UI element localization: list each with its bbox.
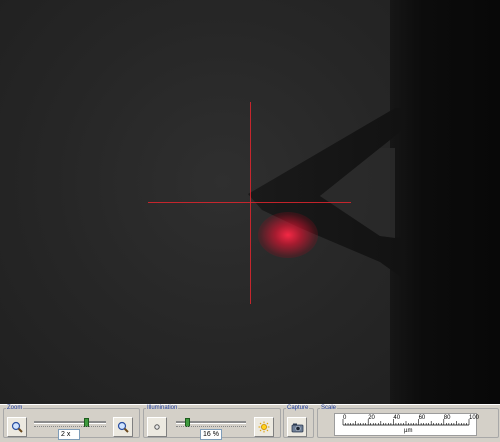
zoom-value-field[interactable]: 2 x — [58, 429, 80, 440]
scale-tick-label: 0 — [343, 415, 347, 421]
control-panel: Zoom 2 x Illumination 16 % Capture Scale… — [0, 404, 500, 442]
scale-tick-label: 40 — [393, 415, 401, 421]
laser-spot — [258, 212, 318, 258]
scale-tick-label: 100 — [469, 415, 480, 421]
zoom-out-button[interactable] — [7, 417, 27, 437]
light-bright-icon — [258, 421, 270, 433]
camera-icon — [291, 423, 303, 432]
zoom-in-icon — [117, 421, 129, 433]
illumination-dim-button[interactable] — [147, 417, 167, 437]
crosshair-vertical — [250, 102, 251, 304]
illumination-bright-button[interactable] — [254, 417, 274, 437]
microscope-camera-app: Zoom 2 x Illumination 16 % Capture Scale… — [0, 0, 500, 442]
scale-tick-label: 60 — [418, 415, 426, 421]
illumination-value-field[interactable]: 16 % — [200, 429, 222, 440]
scale-bar: µm 0 20 40 60 80 100 — [334, 413, 480, 436]
capture-legend: Capture — [287, 405, 309, 411]
light-dim-icon — [154, 424, 160, 430]
zoom-slider-track — [34, 421, 106, 424]
zoom-in-button[interactable] — [113, 417, 133, 437]
scale-legend: Scale — [321, 405, 337, 411]
illumination-legend: Illumination — [147, 405, 178, 411]
scale-tick-label: 80 — [443, 415, 451, 421]
zoom-legend: Zoom — [7, 405, 23, 411]
zoom-out-icon — [11, 421, 23, 433]
camera-view[interactable] — [0, 0, 500, 404]
scale-tick-label: 20 — [368, 415, 375, 421]
capture-button[interactable] — [287, 417, 307, 437]
scale-unit-label: µm — [404, 428, 413, 434]
